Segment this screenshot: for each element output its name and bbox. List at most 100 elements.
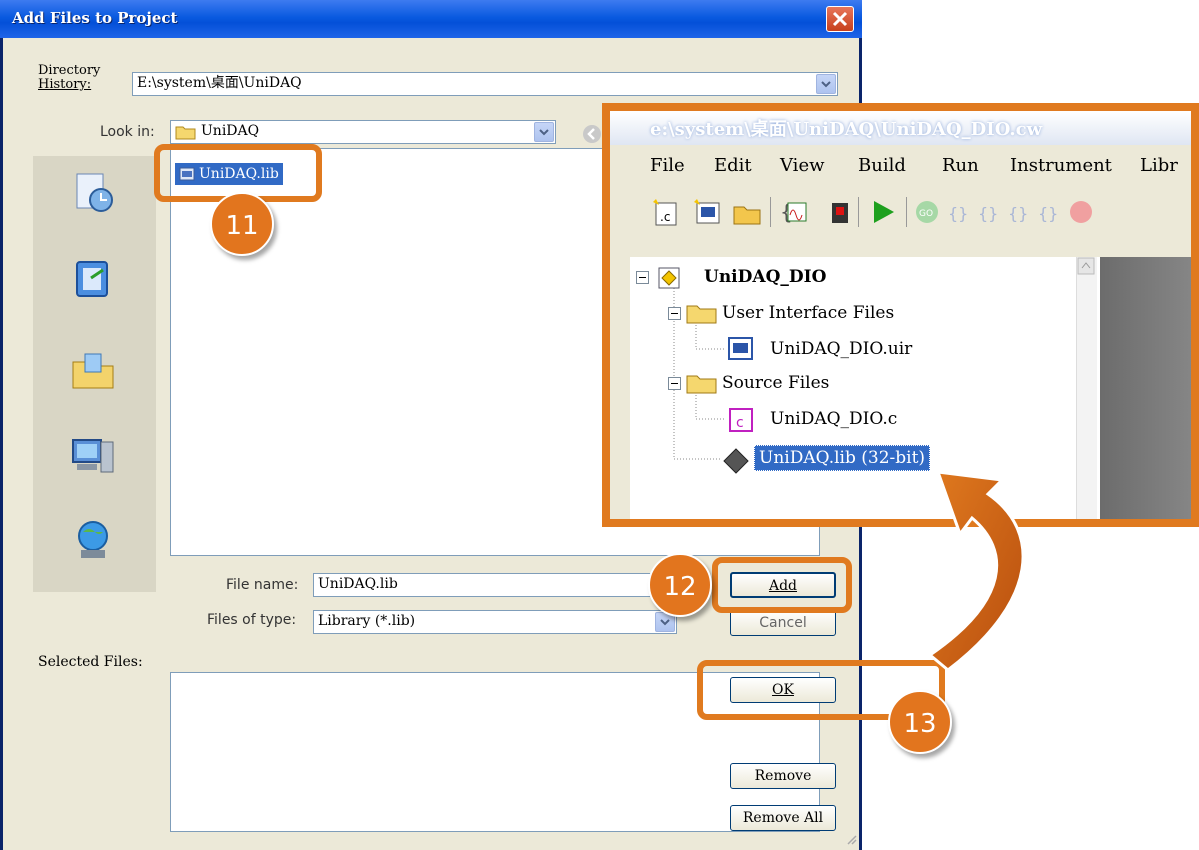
go-icon[interactable]: GO xyxy=(914,199,940,225)
menu-view[interactable]: View xyxy=(780,155,825,176)
continue-icon[interactable]: {} xyxy=(1036,199,1062,225)
look-in-label: Look in: xyxy=(100,124,155,140)
chevron-down-icon xyxy=(821,81,831,88)
folder-icon xyxy=(175,126,196,140)
svg-text:c: c xyxy=(736,415,744,431)
file-name-input[interactable]: UniDAQ.lib xyxy=(313,573,677,597)
svg-text:{}: {} xyxy=(978,204,998,223)
remove-all-button[interactable]: Remove All xyxy=(730,805,836,831)
curved-arrow-icon xyxy=(927,470,1025,672)
places-bar xyxy=(33,156,156,592)
cancel-button[interactable]: Cancel xyxy=(730,610,836,636)
highlight-add-button xyxy=(712,557,852,613)
menu-file[interactable]: File xyxy=(650,155,685,176)
toolbar-separator xyxy=(858,197,859,227)
svg-text:{}: {} xyxy=(1008,204,1028,223)
tree-scrollbar[interactable] xyxy=(1076,257,1097,519)
inset-title-bar: e:\system\桌面\UniDAQ\UniDAQ_DIO.cw xyxy=(610,111,1191,145)
uir-file-icon xyxy=(728,337,753,360)
my-computer-icon[interactable] xyxy=(69,432,117,480)
title-bar: Add Files to Project xyxy=(0,0,862,38)
directory-history-value: E:\system\桌面\UniDAQ xyxy=(137,75,302,91)
callout-badge-13: 13 xyxy=(888,690,952,754)
toolbar-separator xyxy=(906,197,907,227)
files-of-type-combo[interactable]: Library (*.lib) xyxy=(313,610,677,634)
step-over-icon[interactable]: {} xyxy=(946,199,972,225)
desktop-icon[interactable] xyxy=(69,256,117,304)
menu-view-label: View xyxy=(780,155,825,176)
tree-folder-ui[interactable]: User Interface Files xyxy=(722,303,894,323)
menu-run[interactable]: Run xyxy=(942,155,979,176)
remove-button[interactable]: Remove xyxy=(730,763,836,789)
collapse-ui-folder-icon[interactable] xyxy=(668,307,682,321)
directory-history-label: Directory History: xyxy=(38,63,101,92)
tree-file-uir[interactable]: UniDAQ_DIO.uir xyxy=(770,339,912,359)
recent-documents-icon[interactable] xyxy=(69,168,117,216)
open-folder-icon[interactable] xyxy=(732,197,762,227)
toolbar: .c { GO {} {} {} {} xyxy=(640,193,1191,233)
my-documents-icon[interactable] xyxy=(69,346,117,394)
menu-build-label: Build xyxy=(858,155,906,176)
directory-history-dropdown-button[interactable] xyxy=(816,74,836,94)
callout-12-label: 12 xyxy=(663,572,697,602)
menu-edit[interactable]: Edit xyxy=(714,155,752,176)
cancel-button-label: Cancel xyxy=(759,615,807,631)
tree-folder-source[interactable]: Source Files xyxy=(722,373,829,393)
directory-history-combo[interactable]: E:\system\桌面\UniDAQ xyxy=(132,72,838,96)
new-source-file-icon[interactable]: .c xyxy=(650,197,680,227)
network-places-icon[interactable] xyxy=(69,516,117,564)
new-uir-icon[interactable] xyxy=(692,197,722,227)
menu-library[interactable]: Libr xyxy=(1140,155,1178,176)
back-icon[interactable] xyxy=(582,124,602,144)
c-file-icon: c xyxy=(729,408,753,432)
step-into-icon[interactable]: {} xyxy=(976,199,1002,225)
tree-file-c[interactable]: UniDAQ_DIO.c xyxy=(770,409,897,429)
collapse-source-folder-icon[interactable] xyxy=(668,377,682,391)
chevron-down-icon xyxy=(539,129,549,136)
panel-view-icon[interactable] xyxy=(822,197,852,227)
callout-11-label: 11 xyxy=(225,211,259,241)
library-diamond-icon xyxy=(723,448,749,474)
menu-library-label: Libr xyxy=(1140,155,1178,176)
remove-all-button-label: Remove All xyxy=(742,810,824,826)
tree-root[interactable]: UniDAQ_DIO xyxy=(704,267,826,287)
menu-instrument-label: Instrument xyxy=(1010,155,1112,176)
menu-run-label: Run xyxy=(942,155,979,176)
look-in-combo[interactable]: UniDAQ xyxy=(170,120,556,144)
svg-text:{}: {} xyxy=(948,204,968,223)
collapse-root-icon[interactable] xyxy=(636,271,650,285)
resize-grip-icon[interactable] xyxy=(846,834,858,846)
step-out-icon[interactable]: {} xyxy=(1006,199,1032,225)
toolbar-separator xyxy=(770,197,771,227)
project-icon xyxy=(658,267,680,289)
inset-title: e:\system\桌面\UniDAQ\UniDAQ_DIO.cw xyxy=(650,119,1043,140)
svg-text:.c: .c xyxy=(660,210,670,224)
menu-instrument[interactable]: Instrument xyxy=(1010,155,1112,176)
selected-files-label: Selected Files: xyxy=(38,654,143,670)
menu-edit-label: Edit xyxy=(714,155,752,176)
stop-icon[interactable] xyxy=(1068,199,1094,225)
folder-icon xyxy=(686,305,717,324)
function-panel-icon[interactable]: { xyxy=(780,197,810,227)
close-button[interactable] xyxy=(826,6,854,32)
dialog-title: Add Files to Project xyxy=(12,9,178,27)
file-name-value: UniDAQ.lib xyxy=(318,576,398,592)
callout-13-label: 13 xyxy=(903,709,937,739)
look-in-dropdown-button[interactable] xyxy=(534,122,554,142)
look-in-value: UniDAQ xyxy=(201,123,260,139)
run-icon[interactable] xyxy=(868,197,898,227)
file-name-label: File name: xyxy=(226,577,299,593)
scroll-up-icon[interactable] xyxy=(1077,257,1095,275)
files-of-type-label: Files of type: xyxy=(207,612,297,628)
callout-badge-12: 12 xyxy=(648,553,712,617)
svg-text:{}: {} xyxy=(1038,204,1058,223)
files-of-type-value: Library (*.lib) xyxy=(318,613,416,629)
folder-icon xyxy=(686,375,717,394)
menu-build[interactable]: Build xyxy=(858,155,906,176)
editor-area xyxy=(1100,257,1191,519)
remove-button-label: Remove xyxy=(754,768,812,784)
close-icon xyxy=(832,11,848,27)
menu-file-label: File xyxy=(650,155,685,176)
svg-text:GO: GO xyxy=(919,209,933,219)
callout-badge-11: 11 xyxy=(210,192,274,256)
